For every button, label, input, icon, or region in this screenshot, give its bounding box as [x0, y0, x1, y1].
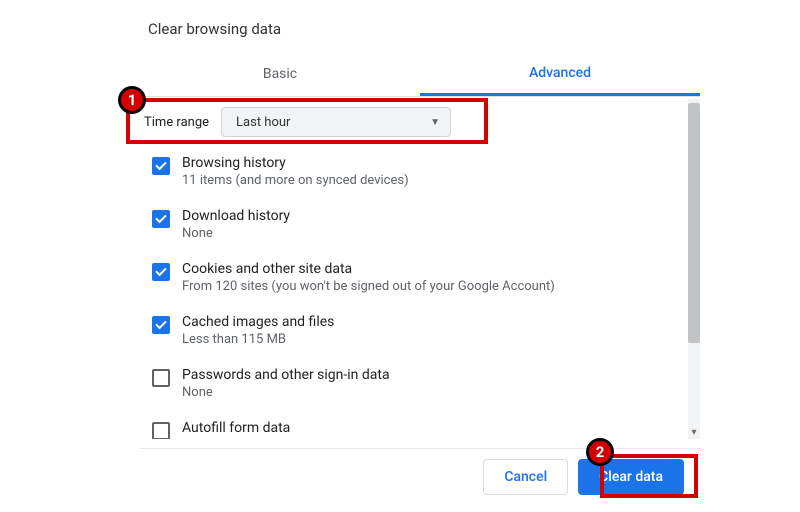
checkbox[interactable]	[152, 263, 170, 281]
cancel-button[interactable]: Cancel	[483, 459, 568, 495]
checkmark-icon	[155, 265, 166, 276]
checkbox[interactable]	[152, 210, 170, 228]
option-title: Passwords and other sign-in data	[182, 367, 682, 383]
option-text: Passwords and other sign-in data None	[182, 367, 682, 400]
tab-advanced[interactable]: Advanced	[420, 52, 700, 96]
option-text: Download history None	[182, 208, 682, 241]
time-range-row: Time range Last hour ▼	[140, 99, 686, 145]
option-title: Cookies and other site data	[182, 261, 682, 277]
option-row: Cached images and files Less than 115 MB	[140, 304, 686, 357]
option-desc: 11 items (and more on synced devices)	[182, 173, 682, 188]
option-title: Cached images and files	[182, 314, 682, 330]
scroll-down-icon[interactable]: ▾	[688, 425, 700, 439]
option-row: Download history None	[140, 198, 686, 251]
checkbox[interactable]	[152, 316, 170, 334]
option-text: Browsing history 11 items (and more on sy…	[182, 155, 682, 188]
dialog-title: Clear browsing data	[140, 20, 700, 38]
option-title: Download history	[182, 208, 682, 224]
time-range-select[interactable]: Last hour ▼	[221, 107, 451, 137]
scrollbar-thumb[interactable]	[688, 103, 700, 343]
dialog-footer: Cancel Clear data	[140, 448, 700, 504]
checkmark-icon	[155, 212, 166, 223]
checkbox[interactable]	[152, 422, 170, 439]
time-range-value: Last hour	[236, 115, 290, 130]
option-desc: From 120 sites (you won't be signed out …	[182, 279, 682, 294]
checkmark-icon	[155, 159, 166, 170]
chevron-down-icon: ▼	[430, 117, 440, 128]
checkmark-icon	[155, 318, 166, 329]
option-title: Browsing history	[182, 155, 682, 171]
option-title: Autofill form data	[182, 420, 682, 436]
scrollbar-track[interactable]: ▾	[688, 99, 700, 439]
clear-data-button[interactable]: Clear data	[578, 459, 684, 495]
option-row: Passwords and other sign-in data None	[140, 357, 686, 410]
options-scroll-area: Time range Last hour ▼ Browsing history 1…	[140, 99, 700, 439]
option-row: Browsing history 11 items (and more on sy…	[140, 145, 686, 198]
options-list: Browsing history 11 items (and more on sy…	[140, 145, 686, 439]
option-text: Cached images and files Less than 115 MB	[182, 314, 682, 347]
tabs: Basic Advanced	[140, 52, 700, 97]
option-desc: None	[182, 385, 682, 400]
checkbox[interactable]	[152, 369, 170, 387]
option-row: Cookies and other site data From 120 site…	[140, 251, 686, 304]
option-desc: Less than 115 MB	[182, 332, 682, 347]
option-text: Cookies and other site data From 120 site…	[182, 261, 682, 294]
option-desc: None	[182, 226, 682, 241]
checkbox[interactable]	[152, 157, 170, 175]
time-range-label: Time range	[144, 115, 221, 130]
option-row: Autofill form data	[140, 410, 686, 439]
clear-browsing-data-dialog: Clear browsing data Basic Advanced Time …	[140, 20, 700, 439]
tab-basic[interactable]: Basic	[140, 52, 420, 96]
option-text: Autofill form data	[182, 420, 682, 438]
